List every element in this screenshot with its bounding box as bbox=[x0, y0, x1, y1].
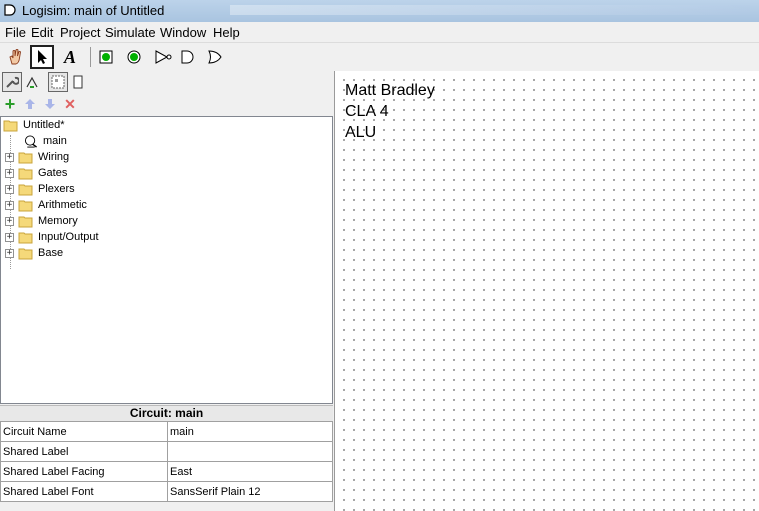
move-down-icon[interactable] bbox=[40, 94, 60, 114]
attribute-key: Shared Label Font bbox=[0, 481, 168, 502]
folder-icon bbox=[18, 152, 33, 163]
text-tool-icon[interactable]: A bbox=[58, 45, 82, 69]
tree-lib-label: Gates bbox=[38, 167, 68, 179]
main-toolbar: A bbox=[0, 43, 759, 71]
table-row: Shared Label Font SansSerif Plain 12 bbox=[0, 481, 333, 502]
tree-lib-label: Arithmetic bbox=[38, 199, 87, 211]
wrench-icon[interactable] bbox=[2, 72, 22, 92]
input-pin-icon[interactable] bbox=[94, 45, 118, 69]
attribute-table: Circuit Name main Shared Label Shared La… bbox=[0, 421, 333, 502]
table-row: Shared Label bbox=[0, 441, 333, 462]
tree-lib-label: Memory bbox=[38, 215, 78, 227]
expand-icon[interactable]: + bbox=[5, 152, 14, 162]
appearance-edit-icon[interactable] bbox=[22, 72, 42, 92]
tree-root-label: Untitled* bbox=[23, 119, 65, 131]
tree-lib-arithmetic[interactable]: + Arithmetic bbox=[5, 197, 87, 213]
menu-bar: File Edit Project Simulate Window Help bbox=[0, 22, 759, 43]
left-panel: + ✕ Untitled* main + Wiring + Gates + Pl… bbox=[0, 71, 334, 511]
folder-icon bbox=[18, 168, 33, 179]
menu-edit[interactable]: Edit bbox=[31, 25, 53, 40]
window-title: Logisim: main of Untitled bbox=[22, 3, 165, 18]
and-gate-icon[interactable] bbox=[176, 45, 200, 69]
tree-lib-label: Plexers bbox=[38, 183, 75, 195]
table-row: Shared Label Facing East bbox=[0, 461, 333, 482]
tree-lib-input-output[interactable]: + Input/Output bbox=[5, 229, 99, 245]
menu-window[interactable]: Window bbox=[160, 25, 206, 40]
menu-help[interactable]: Help bbox=[213, 25, 240, 40]
tree-circuit-label: main bbox=[43, 135, 67, 147]
menu-simulate[interactable]: Simulate bbox=[105, 25, 156, 40]
circuit-name-field[interactable]: main bbox=[167, 421, 333, 442]
expand-icon[interactable]: + bbox=[5, 168, 14, 178]
add-circuit-icon[interactable]: + bbox=[0, 94, 20, 114]
folder-icon bbox=[18, 232, 33, 243]
shared-label-font-field[interactable]: SansSerif Plain 12 bbox=[167, 481, 333, 502]
folder-icon bbox=[18, 184, 33, 195]
tree-circuit-main[interactable]: main bbox=[23, 133, 67, 149]
tree-lib-base[interactable]: + Base bbox=[5, 245, 63, 261]
project-explorer-tree: Untitled* main + Wiring + Gates + Plexer… bbox=[0, 116, 333, 404]
delete-circuit-icon[interactable]: ✕ bbox=[60, 94, 80, 114]
expand-icon[interactable]: + bbox=[5, 184, 14, 194]
shared-label-field[interactable] bbox=[167, 441, 333, 462]
tree-lib-gates[interactable]: + Gates bbox=[5, 165, 67, 181]
poke-tool-icon[interactable] bbox=[3, 45, 27, 69]
output-pin-icon[interactable] bbox=[122, 45, 146, 69]
layout-view-icon[interactable] bbox=[48, 72, 68, 92]
attribute-key: Circuit Name bbox=[0, 421, 168, 442]
menu-project[interactable]: Project bbox=[60, 25, 100, 40]
toolbar-separator bbox=[90, 47, 91, 67]
title-bar: Logisim: main of Untitled bbox=[0, 0, 759, 23]
expand-icon[interactable]: + bbox=[5, 216, 14, 226]
canvas-text-label[interactable]: Matt Bradley bbox=[345, 82, 435, 100]
canvas-text-label[interactable]: ALU bbox=[345, 124, 376, 142]
not-gate-icon[interactable] bbox=[151, 45, 175, 69]
tree-root[interactable]: Untitled* bbox=[3, 117, 65, 133]
tree-lib-plexers[interactable]: + Plexers bbox=[5, 181, 75, 197]
menu-file[interactable]: File bbox=[5, 25, 26, 40]
expand-icon[interactable]: + bbox=[5, 200, 14, 210]
logisim-app-icon bbox=[4, 4, 16, 16]
explorer-toolbar bbox=[0, 71, 334, 93]
appearance-view-icon[interactable] bbox=[68, 72, 88, 92]
tree-lib-memory[interactable]: + Memory bbox=[5, 213, 78, 229]
circuit-canvas[interactable]: Matt Bradley CLA 4 ALU bbox=[334, 71, 759, 511]
tree-lib-wiring[interactable]: + Wiring bbox=[5, 149, 69, 165]
folder-icon bbox=[18, 248, 33, 259]
folder-open-icon bbox=[3, 120, 18, 131]
folder-icon bbox=[18, 200, 33, 211]
folder-icon bbox=[18, 216, 33, 227]
explorer-actions: + ✕ bbox=[0, 93, 334, 115]
tree-lib-label: Base bbox=[38, 247, 64, 259]
title-bar-background bbox=[230, 5, 750, 15]
move-up-icon[interactable] bbox=[20, 94, 40, 114]
tree-lib-label: Input/Output bbox=[38, 231, 99, 243]
circuit-icon bbox=[24, 134, 37, 148]
attribute-key: Shared Label bbox=[0, 441, 168, 462]
attribute-key: Shared Label Facing bbox=[0, 461, 168, 482]
canvas-text-label[interactable]: CLA 4 bbox=[345, 103, 389, 121]
expand-icon[interactable]: + bbox=[5, 248, 14, 258]
shared-label-facing-select[interactable]: East bbox=[167, 461, 333, 482]
tree-lib-label: Wiring bbox=[38, 151, 70, 163]
or-gate-icon[interactable] bbox=[203, 45, 227, 69]
expand-icon[interactable]: + bbox=[5, 232, 14, 242]
table-row: Circuit Name main bbox=[0, 421, 333, 442]
select-tool-icon[interactable] bbox=[30, 45, 54, 69]
attribute-panel-title: Circuit: main bbox=[0, 405, 333, 422]
